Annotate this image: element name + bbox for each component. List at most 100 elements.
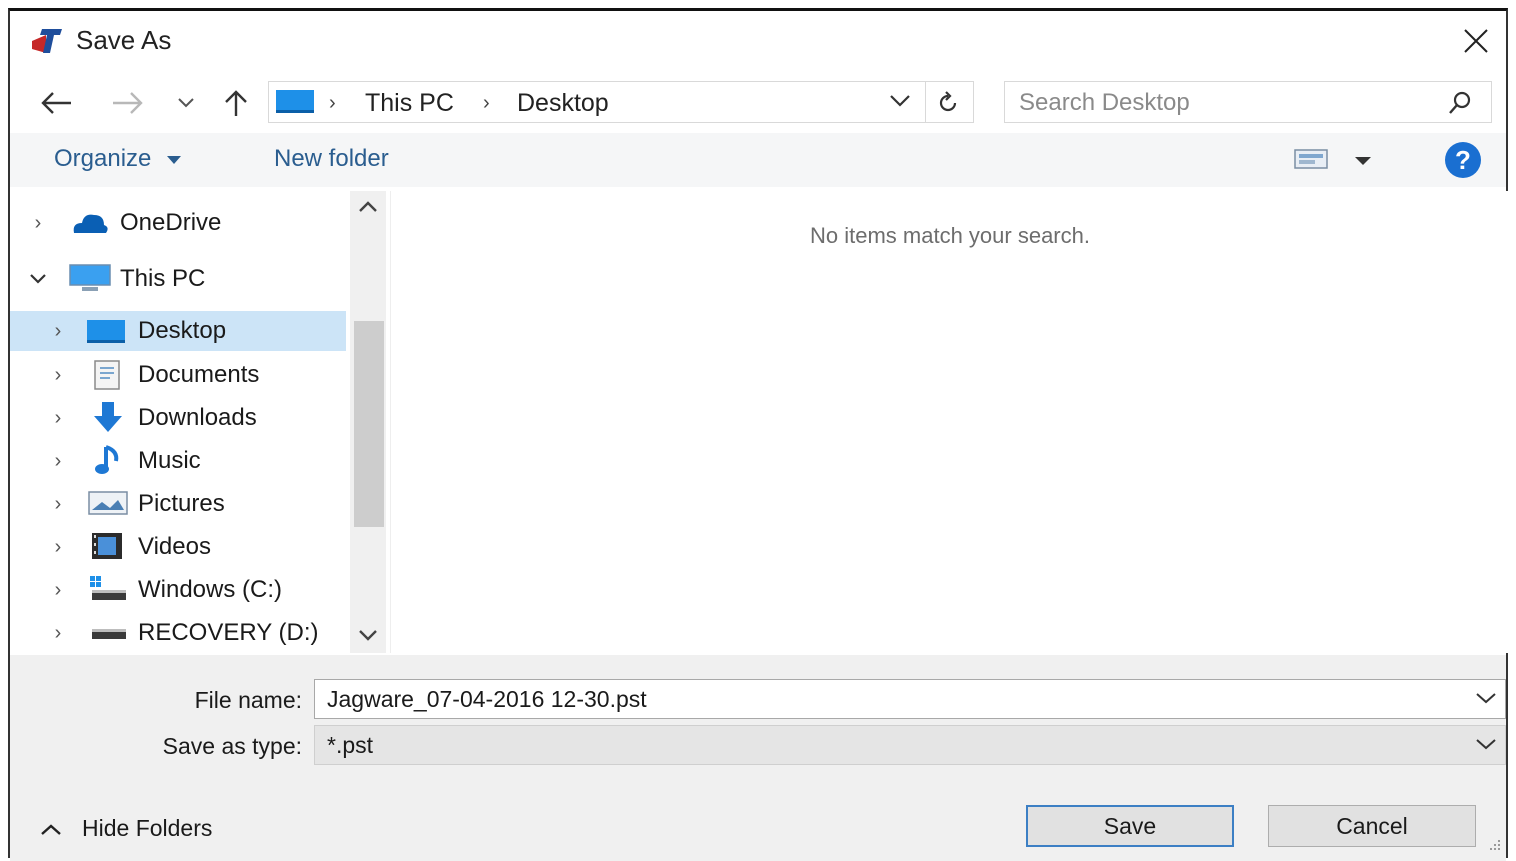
save-type-label: Save as type: [162, 733, 302, 759]
documents-icon [92, 359, 126, 390]
chevron-right-icon[interactable]: › [48, 407, 68, 430]
address-bar[interactable]: › This PC › Desktop [268, 81, 974, 123]
windows-drive-icon [88, 574, 126, 602]
breadcrumb-separator: › [483, 92, 490, 114]
chevron-right-icon[interactable]: › [48, 622, 68, 645]
tree-item-downloads[interactable]: › Downloads [10, 398, 346, 438]
file-list-area[interactable]: No items match your search. [390, 191, 1509, 653]
search-box[interactable] [1004, 81, 1492, 123]
chevron-down-icon[interactable] [28, 268, 48, 291]
outlook-app-icon [30, 27, 64, 55]
chevron-right-icon[interactable]: › [48, 450, 68, 473]
save-type-select[interactable]: *.pst [314, 725, 1506, 765]
chevron-right-icon[interactable]: › [48, 364, 68, 387]
navigation-pane: › OneDrive This PC › Desktop › Documents… [10, 191, 388, 653]
tree-label: Music [138, 447, 201, 474]
view-icon [1294, 149, 1328, 169]
tree-item-music[interactable]: › Music [10, 441, 346, 481]
scroll-thumb[interactable] [354, 321, 384, 527]
tree-item-videos[interactable]: › Videos [10, 527, 346, 567]
view-options-button[interactable] [1294, 147, 1328, 176]
breadcrumb-desktop[interactable]: Desktop [517, 89, 609, 118]
title-bar: Save As [10, 11, 1506, 71]
save-as-dialog: Save As › This PC › Desktop Search Deskt… [8, 8, 1509, 861]
file-name-label: File name: [194, 687, 302, 713]
view-dropdown-button[interactable] [1354, 153, 1372, 171]
tree-label: Pictures [138, 490, 225, 517]
caret-down-icon [1355, 157, 1371, 165]
tree-item-desktop[interactable]: › Desktop [10, 311, 346, 351]
chevron-down-icon[interactable] [1475, 686, 1497, 715]
computer-icon [275, 88, 315, 119]
scroll-up-icon[interactable] [358, 199, 378, 218]
tree-item-this-pc[interactable]: This PC [18, 259, 348, 299]
tree-label: This PC [120, 265, 206, 292]
refresh-icon[interactable] [935, 90, 961, 121]
this-pc-icon [68, 263, 111, 291]
cancel-button[interactable]: Cancel [1268, 805, 1476, 847]
file-name-value: Jagware_07-04-2016 12-30.pst [327, 686, 647, 712]
save-form: File name: Jagware_07-04-2016 12-30.pst … [10, 655, 1506, 861]
tree-label: RECOVERY (D:) [138, 619, 319, 646]
tree-label: Windows (C:) [138, 576, 283, 603]
chevron-down-icon [178, 98, 194, 108]
nav-pane-scrollbar[interactable] [350, 191, 386, 653]
empty-message: No items match your search. [810, 223, 1090, 248]
chevron-right-icon[interactable]: › [48, 320, 68, 343]
tree-label: OneDrive [120, 209, 222, 236]
tree-item-pictures[interactable]: › Pictures [10, 484, 346, 524]
chevron-right-icon[interactable]: › [48, 536, 68, 559]
recent-locations-button[interactable] [172, 83, 200, 123]
tree-label: Downloads [138, 404, 257, 431]
organize-label: Organize [54, 145, 152, 172]
organize-button[interactable]: Organize [54, 145, 182, 173]
tree-label: Videos [138, 533, 211, 560]
onedrive-cloud-icon [70, 209, 108, 237]
address-dropdown-icon[interactable] [889, 94, 911, 113]
tree-label: Documents [138, 361, 260, 388]
command-toolbar: Organize New folder ? [10, 133, 1506, 187]
hide-folders-button[interactable]: Hide Folders [40, 815, 212, 842]
drive-icon [88, 621, 126, 649]
save-type-value: *.pst [327, 732, 374, 758]
close-button[interactable] [1456, 21, 1496, 61]
window-title: Save As [76, 25, 172, 55]
pictures-icon [88, 490, 128, 518]
help-button[interactable]: ? [1444, 141, 1482, 184]
close-icon [1464, 29, 1488, 53]
file-name-field[interactable]: Jagware_07-04-2016 12-30.pst [314, 679, 1506, 719]
save-button[interactable]: Save [1026, 805, 1234, 847]
breadcrumb-separator: › [329, 92, 336, 114]
chevron-down-icon[interactable] [1475, 732, 1497, 761]
tree-item-onedrive[interactable]: › OneDrive [18, 203, 348, 243]
resize-grip-icon[interactable] [1486, 836, 1502, 857]
search-icon[interactable] [1447, 90, 1473, 121]
tree-label: Desktop [138, 317, 227, 344]
address-divider [925, 82, 926, 122]
up-arrow-icon [225, 90, 247, 116]
music-icon [94, 443, 128, 474]
chevron-right-icon[interactable]: › [48, 493, 68, 516]
new-folder-button[interactable]: New folder [274, 145, 389, 173]
search-input[interactable] [1017, 86, 1431, 120]
chevron-right-icon[interactable]: › [48, 579, 68, 602]
back-arrow-icon [41, 92, 71, 114]
hide-folders-label: Hide Folders [82, 815, 213, 841]
up-button[interactable] [216, 83, 256, 123]
back-button[interactable] [36, 83, 76, 123]
chevron-up-icon [41, 823, 61, 835]
scroll-down-icon[interactable] [358, 629, 378, 648]
downloads-icon [90, 400, 124, 432]
chevron-right-icon[interactable]: › [28, 212, 48, 235]
videos-icon [90, 531, 124, 559]
navigation-row: › This PC › Desktop [10, 75, 1506, 131]
forward-button[interactable] [108, 83, 148, 123]
help-icon: ? [1445, 142, 1481, 178]
tree-item-recovery-d[interactable]: › RECOVERY (D:) [10, 613, 346, 653]
forward-arrow-icon [113, 92, 143, 114]
desktop-folder-icon [86, 317, 125, 345]
tree-item-windows-c[interactable]: › Windows (C:) [10, 570, 346, 610]
caret-down-icon [167, 155, 182, 164]
breadcrumb-this-pc[interactable]: This PC [365, 89, 454, 118]
tree-item-documents[interactable]: › Documents [10, 355, 346, 395]
